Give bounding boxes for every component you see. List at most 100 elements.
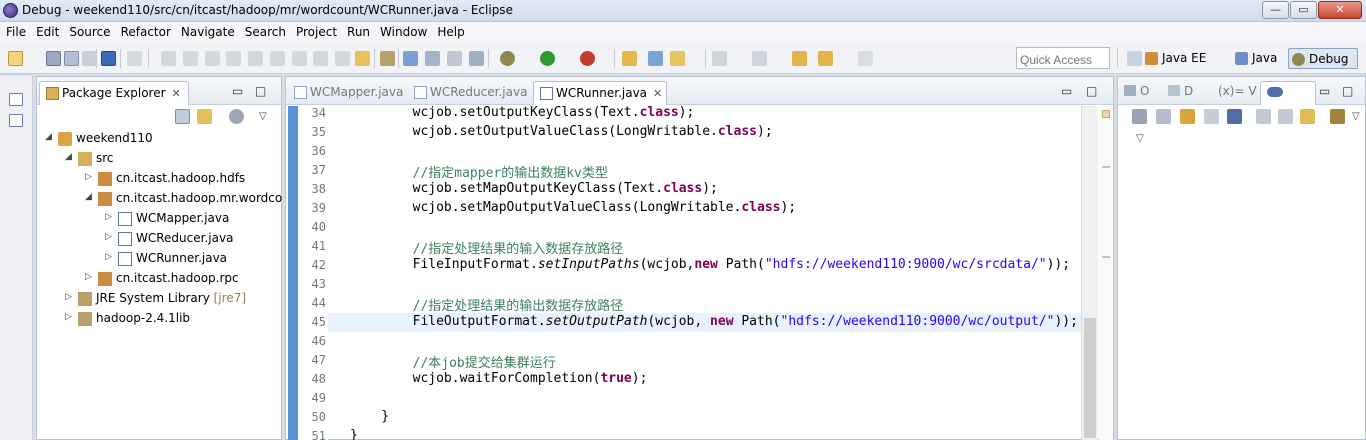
chevron-down-icon[interactable]: ▽ (1136, 133, 1144, 144)
new-class-icon[interactable] (648, 51, 663, 66)
save-icon[interactable] (46, 51, 61, 66)
back-icon[interactable] (818, 51, 833, 66)
minimize-icon[interactable]: ▭ (1061, 84, 1072, 98)
disconnect-icon[interactable] (226, 51, 241, 66)
code-line[interactable]: //指定处理结果的输出数据存放路径 (328, 294, 1081, 314)
expand-twisty[interactable]: ▷ (105, 212, 115, 222)
code-line[interactable]: //指定处理结果的输入数据存放路径 (328, 237, 1081, 257)
minimize-icon[interactable]: ▭ (1319, 84, 1330, 98)
show-breakpoints-icon[interactable] (1180, 109, 1195, 124)
next-annotation-icon[interactable] (712, 51, 727, 66)
java-exception-icon[interactable] (1330, 109, 1345, 124)
menu-window[interactable]: Window (377, 22, 434, 42)
link-with-debug-icon[interactable] (1300, 109, 1315, 124)
maximize-icon[interactable]: □ (1342, 84, 1353, 98)
expand-twisty[interactable]: ▷ (65, 312, 75, 322)
collapse-all-icon[interactable] (175, 109, 190, 124)
code-line[interactable]: wcjob.setMapOutputValueClass(LongWritabl… (328, 199, 1081, 218)
code-line[interactable]: wcjob.setMapOutputKeyClass(Text.class); (328, 180, 1081, 199)
close-icon[interactable]: ✕ (172, 87, 181, 100)
menu-refactor[interactable]: Refactor (118, 22, 178, 42)
maximize-icon[interactable]: □ (1086, 84, 1097, 98)
tab-wcreducer[interactable]: WCReducer.java (408, 81, 532, 105)
maximize-icon[interactable]: □ (255, 84, 266, 98)
save-all-icon[interactable] (64, 51, 79, 66)
code-area[interactable]: wcjob.setOutputKeyClass(Text.class); wcj… (328, 106, 1081, 440)
code-line[interactable] (328, 218, 1081, 237)
code-line[interactable] (328, 332, 1081, 351)
minimize-button[interactable]: — (1262, 1, 1289, 19)
menu-navigate[interactable]: Navigate (178, 22, 242, 42)
code-line[interactable]: } (328, 427, 1081, 440)
tab-breakpoints[interactable] (1260, 81, 1316, 105)
vertical-scrollbar[interactable] (1081, 106, 1098, 440)
link-with-editor-icon[interactable] (197, 109, 212, 124)
code-line[interactable]: FileInputFormat.setInputPaths(wcjob,new … (328, 256, 1081, 275)
expand-twisty[interactable]: ◢ (85, 192, 95, 202)
terminate-icon[interactable] (205, 51, 220, 66)
run-icon[interactable] (540, 51, 555, 66)
menu-edit[interactable]: Edit (33, 22, 66, 42)
expand-twisty[interactable]: ▷ (65, 292, 75, 302)
expand-twisty[interactable]: ▷ (85, 272, 95, 282)
perspective-debug[interactable]: Debug (1288, 48, 1358, 69)
debug-icon[interactable] (500, 51, 515, 66)
debug-tool-icon[interactable] (355, 51, 370, 66)
remove-all-icon[interactable] (1156, 109, 1171, 124)
quick-access-input[interactable] (1016, 47, 1110, 69)
menu-run[interactable]: Run (344, 22, 377, 42)
tab-wcmapper[interactable]: WCMapper.java (288, 81, 406, 105)
open-perspective-icon[interactable] (1127, 51, 1142, 66)
restore-icon[interactable] (9, 93, 23, 106)
minimize-icon[interactable]: ▭ (232, 84, 243, 98)
code-line[interactable]: FileOutputFormat.setOutputPath(wcjob, ne… (328, 313, 1081, 332)
show-whitespace-icon[interactable] (447, 51, 462, 66)
pin-icon[interactable] (380, 51, 395, 66)
search-icon[interactable] (670, 51, 685, 66)
resume-icon[interactable] (161, 51, 176, 66)
close-icon[interactable]: ✕ (653, 87, 662, 100)
expand-twisty[interactable]: ▷ (85, 172, 95, 182)
suspend-icon[interactable] (183, 51, 198, 66)
skip-all-icon[interactable] (1227, 109, 1242, 124)
menu-project[interactable]: Project (293, 22, 344, 42)
code-line[interactable] (328, 389, 1081, 408)
perspective-java[interactable]: Java (1232, 48, 1277, 69)
use-step-filters-icon[interactable] (335, 51, 350, 66)
chevron-down-icon[interactable]: ▽ (259, 111, 274, 126)
code-line[interactable]: wcjob.setOutputValueClass(LongWritable.c… (328, 123, 1081, 142)
view-menu-icon[interactable] (229, 109, 244, 124)
go-to-file-icon[interactable] (1204, 109, 1219, 124)
open-type-icon[interactable] (403, 51, 418, 66)
code-line[interactable]: //指定mapper的输出数据kv类型 (328, 161, 1081, 181)
code-line[interactable]: //本job提交给集群运行 (328, 351, 1081, 371)
print-icon[interactable] (82, 51, 97, 66)
expand-twisty[interactable]: ◢ (65, 152, 75, 162)
step-into-icon[interactable] (248, 51, 263, 66)
menu-file[interactable]: File (3, 22, 33, 42)
menu-search[interactable]: Search (242, 22, 293, 42)
console-icon[interactable] (101, 51, 116, 66)
drop-to-frame-icon[interactable] (313, 51, 328, 66)
expand-twisty[interactable]: ▷ (105, 232, 115, 242)
code-line[interactable] (328, 275, 1081, 294)
code-line[interactable]: wcjob.setOutputKeyClass(Text.class); (328, 106, 1081, 123)
step-return-icon[interactable] (292, 51, 307, 66)
toggle-mark-icon[interactable] (469, 51, 484, 66)
external-tools-icon[interactable] (580, 51, 595, 66)
new-java-package-icon[interactable] (622, 51, 637, 66)
expand-twisty[interactable]: ◢ (45, 132, 55, 142)
warning-marker-icon[interactable] (1102, 110, 1110, 118)
overview-ruler[interactable] (1099, 106, 1113, 440)
maximize-button[interactable]: ▭ (1290, 1, 1317, 19)
code-line[interactable]: } (328, 408, 1081, 427)
remove-icon[interactable] (1132, 109, 1147, 124)
debug-view-icon[interactable] (9, 114, 23, 127)
last-edit-icon[interactable] (792, 51, 807, 66)
expand-twisty[interactable]: ▷ (105, 252, 115, 262)
menu-source[interactable]: Source (66, 22, 117, 42)
tab-variables[interactable]: (x)= V (1218, 84, 1257, 98)
forward-icon[interactable] (858, 51, 873, 66)
chevron-down-icon[interactable]: ▽ (1352, 111, 1366, 126)
tab-outline[interactable]: O (1124, 84, 1149, 98)
